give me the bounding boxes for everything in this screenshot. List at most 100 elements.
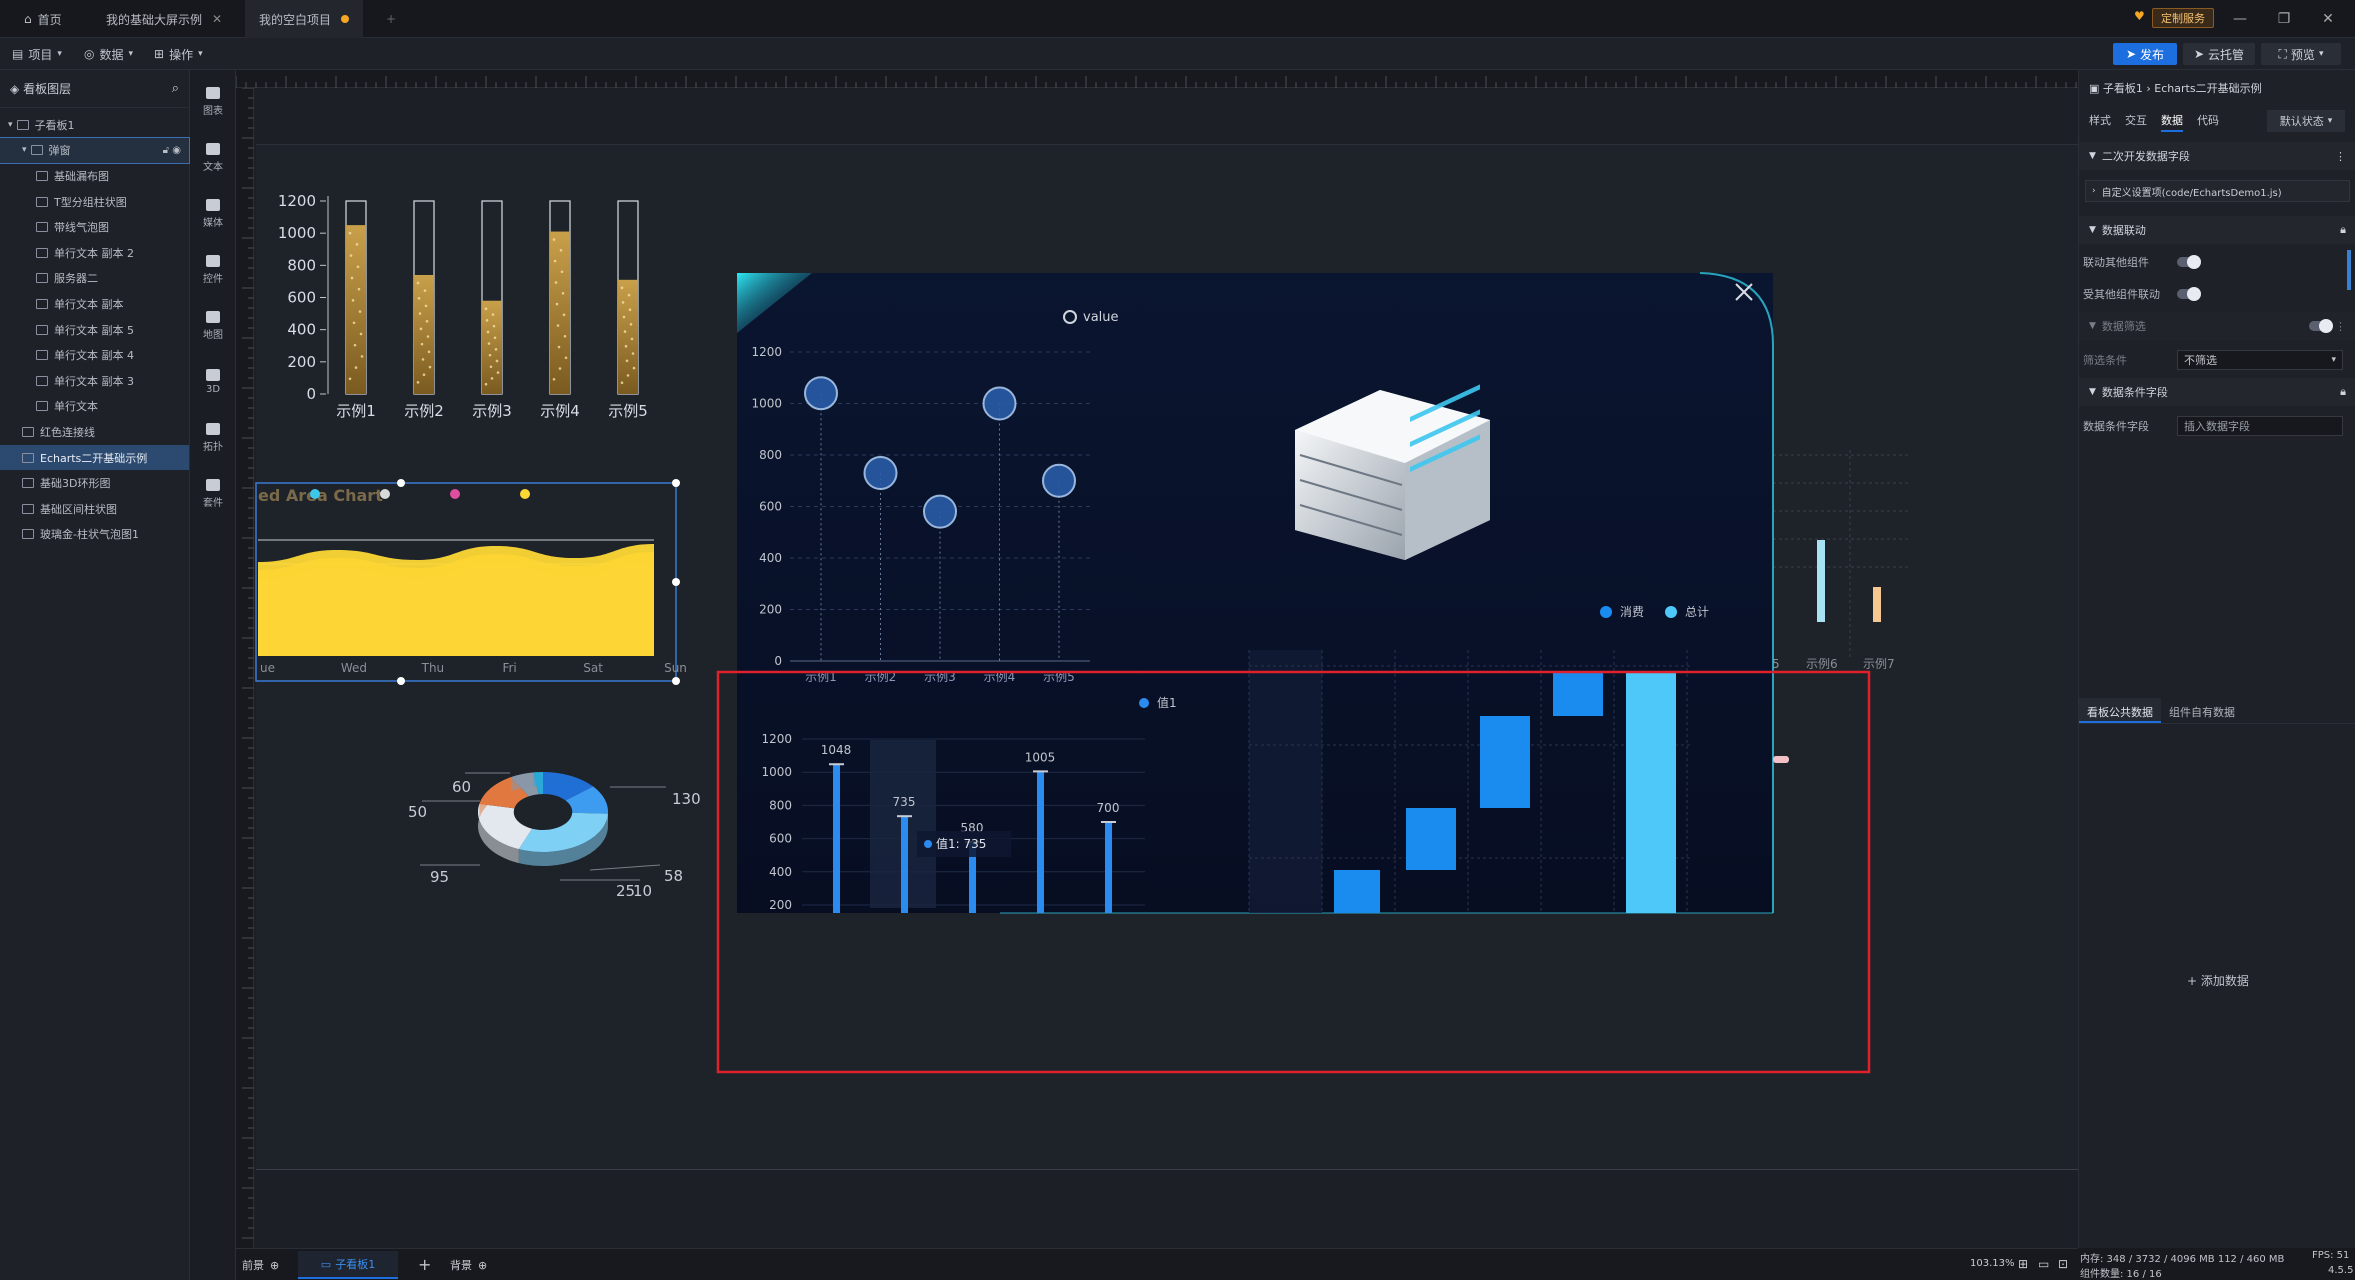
bubble-dot	[348, 231, 352, 235]
waterfall-bar[interactable]	[1480, 716, 1530, 808]
vip-icon: ♥	[2134, 9, 2145, 23]
chevron-down-icon: ▼	[2089, 387, 2096, 397]
restore-icon[interactable]: ❐	[2262, 0, 2306, 38]
tooltip-dot	[924, 840, 932, 848]
send-icon: ➤	[2125, 47, 2137, 61]
zoom-level[interactable]: 103.13%	[1970, 1258, 2015, 1269]
keyboard-icon[interactable]: ▭	[2038, 1257, 2049, 1271]
property-tab[interactable]: 交互	[2125, 112, 2147, 132]
resize-handle[interactable]	[672, 578, 680, 586]
property-tab[interactable]: 数据	[2161, 112, 2183, 132]
chevron-down-icon: ▼	[2089, 321, 2096, 331]
properties-panel: ▣ 子看板1 › Echarts二开基础示例 样式 交互 数据 代码 默认状态 ▾ ▼…	[2078, 70, 2355, 1248]
preview-button[interactable]: ⛶ 预览 ▾	[2261, 43, 2341, 65]
add-board-icon[interactable]: +	[418, 1255, 431, 1274]
bar[interactable]	[833, 764, 840, 913]
cylinder-fill[interactable]	[618, 279, 638, 394]
lock-icon[interactable]: 🔒︎	[2340, 385, 2346, 399]
more-icon[interactable]: ⋮	[2335, 320, 2346, 333]
tooltip-text: 值1: 735	[936, 836, 986, 851]
3d-donut-chart[interactable]: 605013095 582510	[408, 772, 701, 900]
plus-circle-icon[interactable]: ⊕	[478, 1259, 487, 1272]
bubble-dot	[488, 353, 492, 357]
bubble-dot	[360, 355, 364, 358]
legend-dot[interactable]	[1665, 606, 1677, 618]
bubble[interactable]	[982, 386, 1017, 421]
bar[interactable]	[1105, 822, 1112, 913]
bubble-dot	[553, 259, 557, 263]
cylinder-fill[interactable]	[414, 274, 434, 394]
bubble[interactable]	[863, 456, 898, 491]
scrollbar[interactable]	[2347, 250, 2351, 290]
plus-icon: +	[2187, 974, 2198, 988]
custom-service-button[interactable]: 定制服务	[2152, 8, 2214, 28]
sub-board-tab[interactable]: ▭ 子看板1	[298, 1251, 398, 1279]
version: 4.5.5	[2328, 1265, 2354, 1276]
resize-handle[interactable]	[397, 677, 405, 685]
condition-input[interactable]: 插入数据字段	[2177, 416, 2343, 436]
waterfall-bar[interactable]	[1553, 672, 1603, 716]
stacked-area-chart[interactable]: ed Area Chart ue Wed Thu Fri Sat Sun	[255, 479, 687, 685]
bubble[interactable]	[923, 494, 957, 529]
bubble-dot	[428, 365, 432, 369]
layout-icon[interactable]: ⊡	[2058, 1257, 2068, 1271]
more-icon[interactable]: ⋮	[2335, 150, 2346, 163]
legend-dot[interactable]	[450, 489, 460, 499]
legend-label: 值1	[1157, 695, 1177, 710]
section-linkage[interactable]: ▼ 数据联动 🔒︎	[2079, 216, 2355, 244]
bubble-dot	[352, 321, 356, 325]
linked-by-toggle[interactable]	[2177, 287, 2201, 301]
custom-config-item[interactable]: › 自定义设置项(code/EchartsDemo1.js)	[2085, 180, 2350, 202]
tab-label: 子看板1	[335, 1258, 376, 1271]
legend-dot[interactable]	[310, 489, 320, 499]
data-source-tab[interactable]: 组件自有数据	[2161, 698, 2243, 723]
property-tab[interactable]: 样式	[2089, 112, 2111, 132]
status-bar: 内存: 348 / 3732 / 4096 MB 112 / 460 MB FP…	[2078, 1248, 2355, 1280]
add-data-button[interactable]: + 添加数据	[2187, 972, 2249, 989]
resize-handle[interactable]	[397, 479, 405, 487]
section-condition[interactable]: ▼ 数据条件字段 🔒︎	[2079, 378, 2355, 406]
cylinder-bar-chart[interactable]: 0 200 400 600 800 1000 1200 示例1 示例2 示例3 示例4 示例5	[278, 192, 648, 420]
fit-screen-icon[interactable]: ⊞	[2018, 1257, 2028, 1271]
bubble-dot	[421, 358, 425, 361]
legend-dot[interactable]	[520, 489, 530, 499]
minimize-icon[interactable]: —	[2218, 0, 2262, 38]
data-source-tab[interactable]: 看板公共数据	[2079, 698, 2161, 723]
cloud-host-button[interactable]: ➤ 云托管	[2183, 43, 2255, 65]
legend-dot[interactable]	[380, 489, 390, 499]
lock-icon[interactable]: 🔒︎	[2340, 223, 2346, 237]
resize-handle[interactable]	[672, 677, 680, 685]
resize-handle[interactable]	[672, 479, 680, 487]
legend-dot[interactable]	[1139, 698, 1149, 708]
background-tab[interactable]: 背景 ⊕	[450, 1257, 487, 1273]
publish-button[interactable]: ➤ 发布	[2113, 43, 2177, 65]
area-band[interactable]	[258, 544, 654, 656]
section-secondary-dev[interactable]: ▼ 二次开发数据字段 ⋮	[2079, 142, 2355, 170]
filter-select[interactable]: 不筛选 ▾	[2177, 350, 2343, 370]
state-select[interactable]: 默认状态 ▾	[2267, 110, 2345, 132]
section-title: 数据条件字段	[2101, 386, 2168, 399]
bubble[interactable]	[804, 376, 838, 411]
link-other-toggle[interactable]	[2177, 255, 2201, 269]
legend-dot[interactable]	[1600, 606, 1612, 618]
waterfall-bar[interactable]	[1334, 870, 1380, 913]
bubble[interactable]	[1042, 463, 1076, 498]
x-tick-label: 示例1	[336, 402, 376, 420]
property-tab[interactable]: 代码	[2197, 112, 2219, 132]
section-title: 数据联动	[2101, 224, 2146, 237]
x-tick-label: 示例4	[540, 402, 580, 420]
section-filter[interactable]: ▼ 数据筛选 ⋮	[2079, 312, 2355, 340]
waterfall-bar[interactable]	[1406, 808, 1456, 870]
bar[interactable]	[901, 816, 908, 913]
waterfall-bar[interactable]	[1626, 672, 1676, 913]
filter-toggle[interactable]	[2309, 319, 2333, 333]
popup-dialog[interactable]: 020040060080010001200value示例1 示例2 示例3 示例4 示例…	[737, 272, 1774, 914]
slice-label: 50	[408, 803, 427, 821]
foreground-tab[interactable]: 前景 ⊕	[242, 1257, 279, 1273]
connection-handle[interactable]	[1773, 756, 1789, 763]
plus-circle-icon[interactable]: ⊕	[270, 1259, 279, 1272]
chevron-down-icon: ▼	[2089, 151, 2096, 161]
bar[interactable]	[1037, 771, 1044, 913]
close-window-icon[interactable]: ✕	[2306, 0, 2350, 38]
donut-side	[533, 772, 543, 787]
